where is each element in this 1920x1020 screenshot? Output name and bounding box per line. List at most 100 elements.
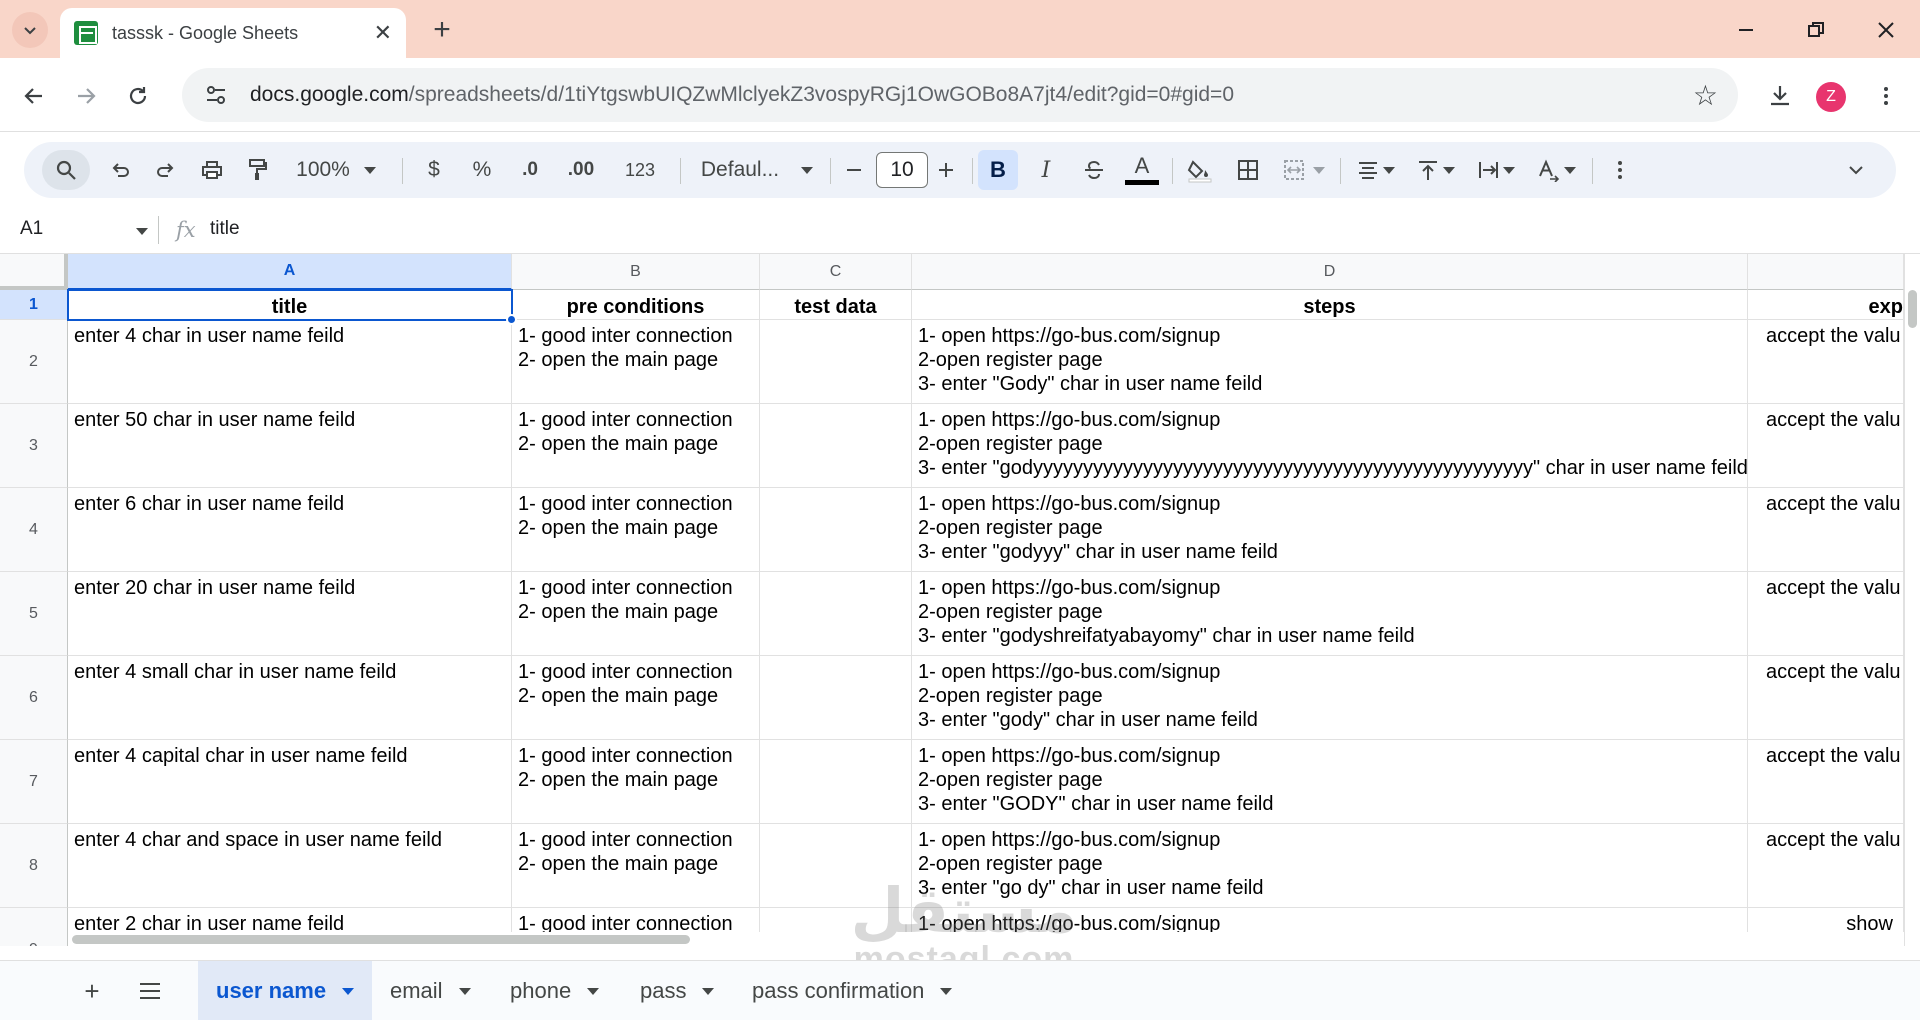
decrease-decimal-button[interactable]: .0 <box>510 150 550 190</box>
cell-steps[interactable]: 1- open https://go-bus.com/signup 2-open… <box>912 740 1748 824</box>
font-select[interactable]: Defaul... <box>692 150 822 190</box>
cell-title[interactable]: enter 4 capital char in user name feild <box>68 740 512 824</box>
back-button[interactable] <box>14 76 54 116</box>
add-sheet-button[interactable]: + <box>72 973 112 1009</box>
cell-expected[interactable]: accept the valu <box>1748 404 1904 488</box>
row-head[interactable]: 5 <box>0 572 68 656</box>
header-cell-test-data[interactable]: test data <box>760 290 912 320</box>
horizontal-align-button[interactable] <box>1348 150 1404 190</box>
url-omnibox[interactable]: docs.google.com/spreadsheets/d/1tiYtgswb… <box>182 68 1738 122</box>
all-sheets-button[interactable] <box>130 973 170 1009</box>
forward-button[interactable] <box>66 76 106 116</box>
cell-expected[interactable]: accept the valu <box>1748 572 1904 656</box>
cell-pre-conditions[interactable]: 1- good inter connection 2- open the mai… <box>512 404 760 488</box>
text-wrapping-button[interactable] <box>1468 150 1524 190</box>
text-color-button[interactable]: A <box>1122 150 1162 190</box>
sheet-tab-user-name[interactable]: user name <box>198 961 373 1020</box>
downloads-button[interactable] <box>1760 76 1800 116</box>
cell-title[interactable]: enter 6 char in user name feild <box>68 488 512 572</box>
cell-expected[interactable]: accept the valu <box>1748 320 1904 404</box>
chevron-down-icon[interactable] <box>940 987 953 995</box>
cell-pre-conditions[interactable]: 1- good inter connection 2- open the mai… <box>512 740 760 824</box>
currency-format-button[interactable]: $ <box>416 150 452 190</box>
site-info-icon[interactable] <box>202 81 230 109</box>
italic-button[interactable]: I <box>1026 150 1066 190</box>
vertical-scrollbar[interactable] <box>1904 254 1920 946</box>
paint-format-button[interactable] <box>240 150 276 190</box>
sheet-tab-pass[interactable]: pass <box>622 961 732 1020</box>
col-head-a[interactable]: A <box>68 254 512 290</box>
reload-button[interactable] <box>118 76 158 116</box>
cell-pre-conditions[interactable]: 1- good inter connection 2- open the mai… <box>512 488 760 572</box>
header-cell-expected[interactable]: exp <box>1748 290 1904 320</box>
formula-input[interactable]: title <box>210 218 240 240</box>
cell-test-data[interactable] <box>760 404 912 488</box>
horizontal-scroll-thumb[interactable] <box>72 935 690 944</box>
row-head[interactable]: 2 <box>0 320 68 404</box>
row-head[interactable]: 4 <box>0 488 68 572</box>
cell-pre-conditions[interactable]: 1- good inter connection 2- open the mai… <box>512 572 760 656</box>
new-tab-button[interactable]: + <box>424 12 460 48</box>
browser-menu-button[interactable] <box>1866 76 1906 116</box>
print-button[interactable] <box>194 150 230 190</box>
bold-button[interactable]: B <box>978 150 1018 190</box>
row-head[interactable]: 7 <box>0 740 68 824</box>
cell-steps[interactable]: 1- open https://go-bus.com/signup 2-open… <box>912 488 1748 572</box>
zoom-select[interactable]: 100% <box>286 150 386 190</box>
chevron-down-icon[interactable] <box>342 987 355 995</box>
close-window-button[interactable] <box>1866 10 1906 50</box>
cell-test-data[interactable] <box>760 320 912 404</box>
decrease-font-size-button[interactable] <box>836 150 872 190</box>
redo-button[interactable] <box>148 150 184 190</box>
col-head-e[interactable] <box>1748 254 1904 290</box>
row-head[interactable]: 6 <box>0 656 68 740</box>
chevron-down-icon[interactable] <box>702 987 715 995</box>
sheet-tab-email[interactable]: email <box>372 961 489 1020</box>
cell-steps[interactable]: 1- open https://go-bus.com/signup 2-open… <box>912 320 1748 404</box>
cell-expected[interactable]: accept the valu <box>1748 740 1904 824</box>
tab-search-button[interactable] <box>12 12 48 48</box>
more-tools-button[interactable] <box>1602 150 1638 190</box>
cell-title[interactable]: enter 4 char in user name feild <box>68 320 512 404</box>
vertical-scroll-thumb[interactable] <box>1908 290 1917 328</box>
fill-color-button[interactable] <box>1180 150 1220 190</box>
percent-format-button[interactable]: % <box>464 150 500 190</box>
cell-test-data[interactable] <box>760 488 912 572</box>
cell-test-data[interactable] <box>760 740 912 824</box>
cell-expected[interactable]: accept the valu <box>1748 488 1904 572</box>
row-head[interactable]: 3 <box>0 404 68 488</box>
col-head-d[interactable]: D <box>912 254 1748 290</box>
cell-expected[interactable]: accept the valu <box>1748 656 1904 740</box>
fill-handle[interactable] <box>506 314 517 325</box>
name-box[interactable]: A1 <box>20 218 43 240</box>
cell-steps[interactable]: 1- open https://go-bus.com/signup 2-open… <box>912 572 1748 656</box>
cell-test-data[interactable] <box>760 572 912 656</box>
vertical-align-button[interactable] <box>1408 150 1464 190</box>
search-menus-button[interactable] <box>42 150 90 190</box>
header-cell-pre-conditions[interactable]: pre conditions <box>512 290 760 320</box>
undo-button[interactable] <box>102 150 138 190</box>
col-head-c[interactable]: C <box>760 254 912 290</box>
cell-pre-conditions[interactable]: 1- good inter connection 2- open the mai… <box>512 320 760 404</box>
sheet-tab-phone[interactable]: phone <box>492 961 617 1020</box>
font-size-input[interactable]: 10 <box>876 152 928 188</box>
merge-cells-button[interactable] <box>1276 150 1332 190</box>
sheet-tab-pass-confirmation[interactable]: pass confirmation <box>734 961 984 1020</box>
increase-font-size-button[interactable] <box>928 150 964 190</box>
increase-decimal-button[interactable]: .00 <box>558 150 604 190</box>
cell-expected[interactable]: accept the valu <box>1748 824 1904 908</box>
cell-title[interactable]: enter 4 char and space in user name feil… <box>68 824 512 908</box>
cell-title[interactable]: enter 50 char in user name feild <box>68 404 512 488</box>
chevron-down-icon[interactable] <box>136 228 148 235</box>
restore-button[interactable] <box>1796 10 1836 50</box>
select-all-corner[interactable] <box>0 254 68 290</box>
more-formats-button[interactable]: 123 <box>612 150 668 190</box>
header-cell-steps[interactable]: steps <box>912 290 1748 320</box>
collapse-toolbar-button[interactable] <box>1838 150 1874 190</box>
close-icon[interactable]: ✕ <box>374 22 392 44</box>
header-cell-title[interactable]: title <box>68 290 512 320</box>
browser-tab-active[interactable]: tasssk - Google Sheets ✕ <box>60 8 406 58</box>
spreadsheet-grid[interactable]: ABCD 123456789 titlepre conditionstest dat… <box>0 254 1920 946</box>
row-head[interactable]: 1 <box>0 290 68 320</box>
text-rotation-button[interactable] <box>1528 150 1584 190</box>
